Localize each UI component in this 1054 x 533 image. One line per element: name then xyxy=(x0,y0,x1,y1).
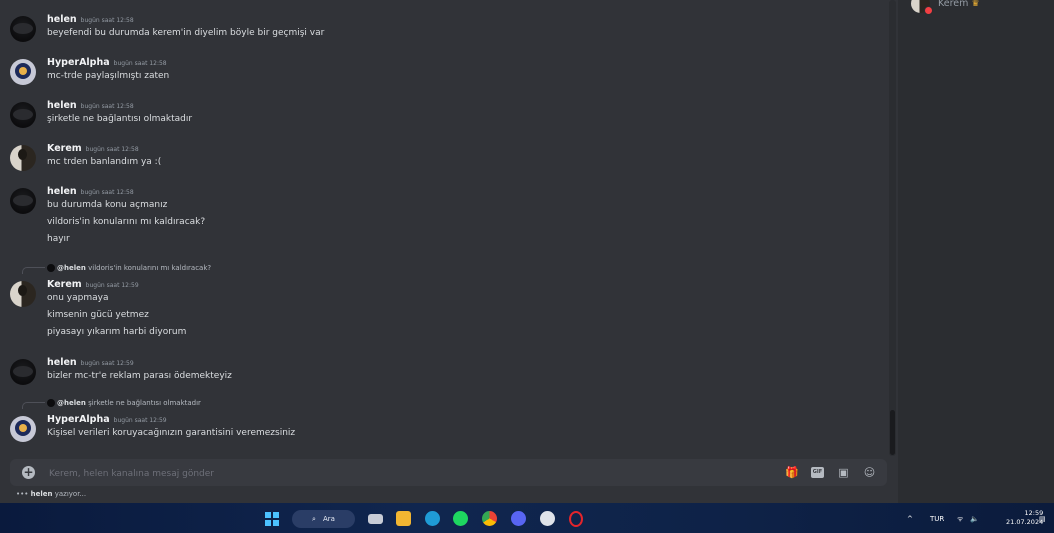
member-item-kerem[interactable]: Kerem ♛ xyxy=(938,0,980,9)
scrollbar-track[interactable] xyxy=(889,0,896,456)
message-line: kimsenin gücü yetmez xyxy=(47,310,149,320)
author-name: helen xyxy=(47,14,77,25)
clock-time: 12:59 xyxy=(1024,509,1044,517)
reply-author: @helen xyxy=(57,399,86,407)
member-list xyxy=(898,0,1054,503)
member-name: Kerem xyxy=(938,0,969,9)
message-line: bizler mc-tr'e reklam parası ödemekteyiz xyxy=(47,371,232,381)
message-author[interactable]: helen bugün saat 12:58 xyxy=(47,14,134,25)
opera-gx-icon[interactable] xyxy=(569,511,583,527)
volume-icon[interactable]: 🔈 xyxy=(970,515,979,523)
dnd-status-icon xyxy=(924,6,933,15)
message-timestamp: bugün saat 12:58 xyxy=(80,103,134,110)
message-line: mc trden banlandım ya :( xyxy=(47,157,162,167)
typing-text: yazıyor... xyxy=(52,490,87,498)
reply-connector xyxy=(22,402,45,409)
avatar[interactable] xyxy=(10,281,36,307)
message-timestamp: bugün saat 12:58 xyxy=(80,17,134,24)
emoji-icon[interactable]: ☺ xyxy=(863,466,876,479)
message-author[interactable]: helen bugün saat 12:58 xyxy=(47,100,134,111)
chat-area: helen bugün saat 12:58 beyefendi bu durumd… xyxy=(0,0,898,503)
author-name: HyperAlpha xyxy=(47,414,110,425)
avatar[interactable] xyxy=(10,359,36,385)
sticker-icon[interactable]: ▣ xyxy=(837,466,850,479)
message-timestamp: bugün saat 12:58 xyxy=(85,146,139,153)
typing-dots-icon: ••• xyxy=(16,490,29,498)
message-author[interactable]: HyperAlpha bugün saat 12:59 xyxy=(47,414,167,425)
message-composer: + 🎁 GIF ▣ ☺ xyxy=(10,459,887,486)
author-name: helen xyxy=(47,100,77,111)
search-label: Ara xyxy=(323,515,335,523)
gif-button[interactable]: GIF xyxy=(811,467,824,478)
reply-preview[interactable]: @helen şirketle ne bağlantısı olmaktadır xyxy=(47,399,201,407)
typing-indicator: ••• helen yazıyor... xyxy=(16,490,86,498)
avatar[interactable] xyxy=(10,145,36,171)
message-line: hayır xyxy=(47,234,70,244)
avatar[interactable] xyxy=(10,16,36,42)
scrollbar-thumb[interactable] xyxy=(890,410,895,455)
message-line: vildoris'in konularını mı kaldıracak? xyxy=(47,217,206,227)
message-line: piyasayı yıkarım harbi diyorum xyxy=(47,327,187,337)
avatar[interactable] xyxy=(10,102,36,128)
tray-chevron-icon[interactable]: ^ xyxy=(907,515,913,523)
message-line: bu durumda konu açmanız xyxy=(47,200,168,210)
taskbar-clock[interactable]: 12:59 21.07.2024 xyxy=(1006,509,1043,527)
steam-icon[interactable] xyxy=(540,511,555,526)
message-line: şirketle ne bağlantısı olmaktadır xyxy=(47,114,193,124)
reply-preview[interactable]: @helen vildoris'in konularını mı kaldıra… xyxy=(47,264,211,272)
notification-icon[interactable]: ▤ xyxy=(1039,515,1046,523)
message-line: onu yapmaya xyxy=(47,293,109,303)
message-author[interactable]: Kerem bugün saat 12:59 xyxy=(47,279,139,290)
reply-author: @helen xyxy=(57,264,86,272)
chrome-icon[interactable] xyxy=(482,511,497,526)
taskbar-search-button[interactable]: ⌕ Ara xyxy=(292,510,355,528)
author-name: helen xyxy=(47,186,77,197)
reply-avatar xyxy=(47,399,55,407)
avatar[interactable] xyxy=(10,188,36,214)
avatar[interactable] xyxy=(10,416,36,442)
gift-icon[interactable]: 🎁 xyxy=(785,466,799,479)
message-timestamp: bugün saat 12:59 xyxy=(80,360,134,367)
message-timestamp: bugün saat 12:58 xyxy=(113,60,167,67)
windows-start-icon[interactable] xyxy=(265,512,279,526)
author-name: Kerem xyxy=(47,143,82,154)
typing-user: helen xyxy=(30,490,53,498)
edge-browser-icon[interactable] xyxy=(425,511,440,526)
add-attachment-button[interactable]: + xyxy=(22,466,35,479)
task-view-icon[interactable] xyxy=(368,514,383,524)
avatar[interactable] xyxy=(10,59,36,85)
clock-date: 21.07.2024 xyxy=(1006,518,1044,526)
message-author[interactable]: HyperAlpha bugün saat 12:58 xyxy=(47,57,167,68)
message-input[interactable] xyxy=(47,464,651,483)
reply-text: vildoris'in konularını mı kaldıracak? xyxy=(88,264,212,272)
reply-text: şirketle ne bağlantısı olmaktadır xyxy=(88,399,201,407)
message-timestamp: bugün saat 12:58 xyxy=(80,189,134,196)
message-author[interactable]: Kerem bugün saat 12:58 xyxy=(47,143,139,154)
reply-avatar xyxy=(47,264,55,272)
wifi-icon[interactable]: ᯤ xyxy=(957,515,963,524)
message-line: mc-trde paylaşılmıştı zaten xyxy=(47,71,170,81)
search-icon: ⌕ xyxy=(312,515,316,523)
message-line: Kişisel verileri koruyacağınızın garanti… xyxy=(47,428,296,438)
crown-icon: ♛ xyxy=(971,0,980,9)
message-timestamp: bugün saat 12:59 xyxy=(85,282,139,289)
message-author[interactable]: helen bugün saat 12:58 xyxy=(47,186,134,197)
discord-icon[interactable] xyxy=(511,511,526,526)
author-name: HyperAlpha xyxy=(47,57,110,68)
message-line: beyefendi bu durumda kerem'in diyelim bö… xyxy=(47,28,325,38)
message-timestamp: bugün saat 12:59 xyxy=(113,417,167,424)
author-name: helen xyxy=(47,357,77,368)
message-author[interactable]: helen bugün saat 12:59 xyxy=(47,357,134,368)
author-name: Kerem xyxy=(47,279,82,290)
reply-connector xyxy=(22,267,45,274)
spotify-icon[interactable] xyxy=(453,511,468,526)
language-indicator[interactable]: TUR xyxy=(930,515,944,523)
file-explorer-icon[interactable] xyxy=(396,511,411,526)
windows-taskbar xyxy=(0,503,1054,533)
